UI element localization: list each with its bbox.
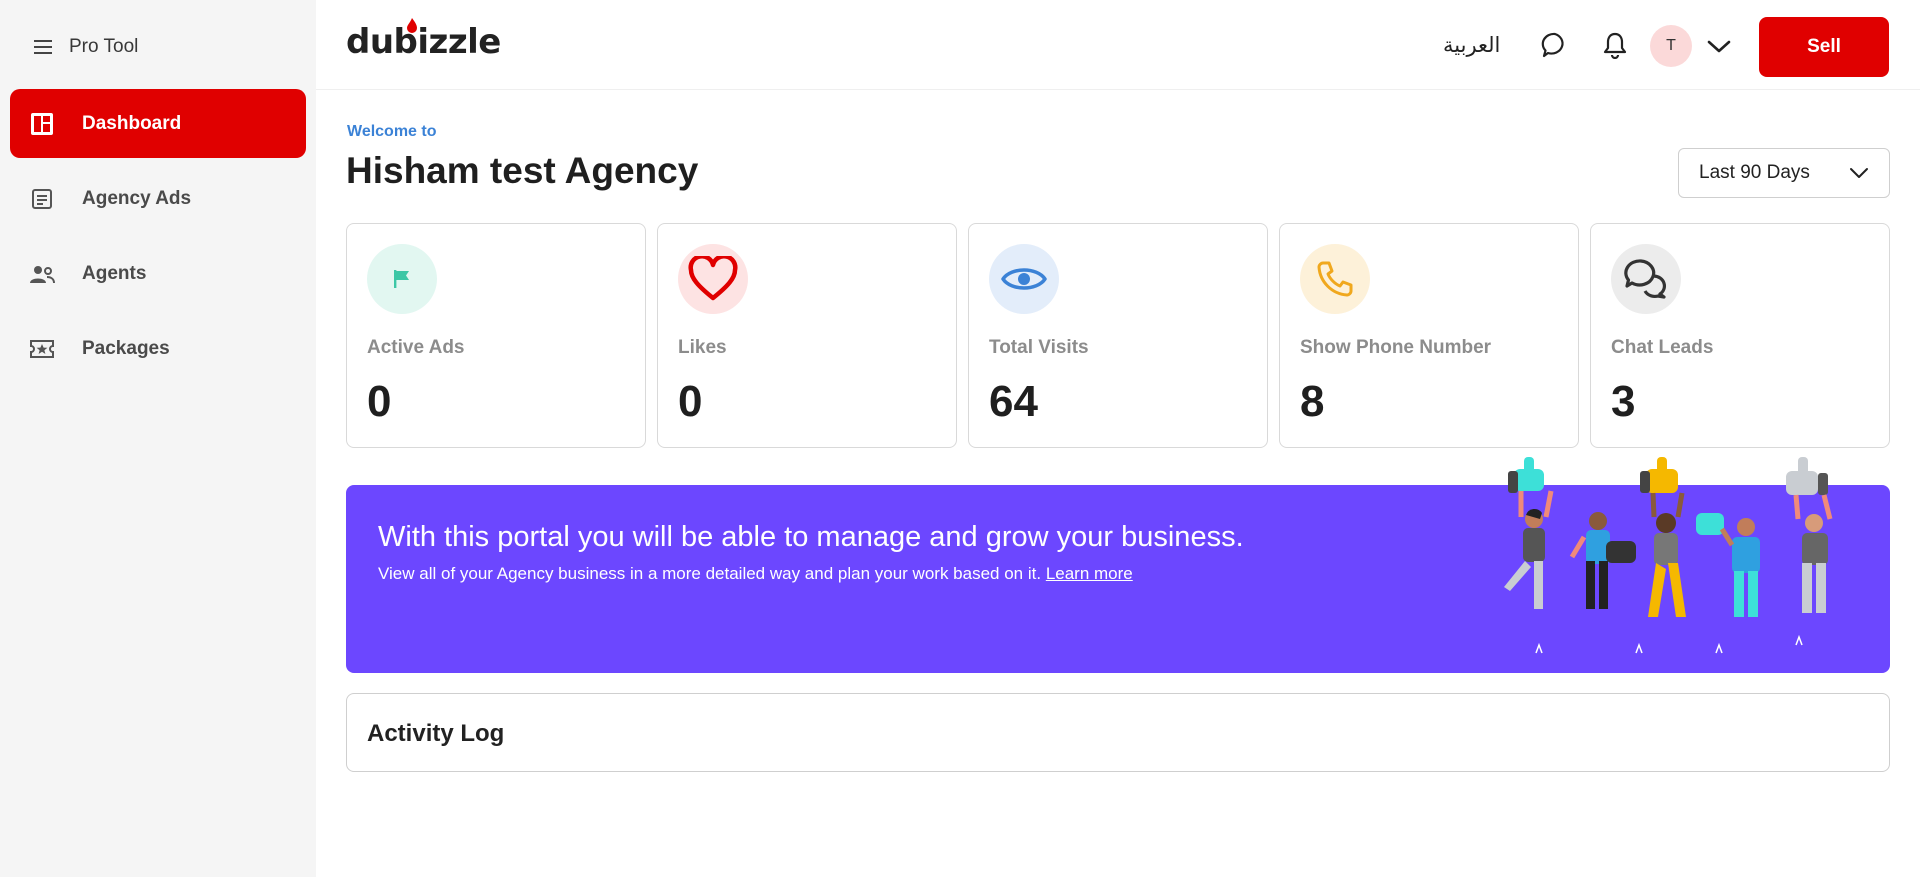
hamburger-menu-icon[interactable] [33, 37, 53, 57]
eye-icon [989, 244, 1059, 314]
sidebar-item-label: Agents [82, 262, 147, 284]
stat-value: 0 [367, 377, 392, 426]
dashboard-icon [29, 111, 55, 137]
promo-banner: With this portal you will be able to man… [346, 457, 1890, 673]
sidebar-item-label: Dashboard [82, 112, 182, 134]
sell-button[interactable]: Sell [1759, 17, 1889, 77]
ticket-star-icon [29, 336, 55, 362]
sidebar-title: Pro Tool [69, 36, 139, 57]
sidebar-item-agency-ads[interactable]: Agency Ads [10, 164, 306, 233]
flag-icon [367, 244, 437, 314]
date-range-select[interactable]: Last 90 Days [1678, 148, 1890, 198]
avatar-initial: T [1666, 37, 1676, 54]
sidebar: Pro Tool Dashboard Agency Ads Agents Pac… [0, 0, 316, 877]
dubizzle-logo[interactable]: dubizzle [346, 18, 501, 62]
sidebar-header[interactable]: Pro Tool [33, 36, 138, 58]
language-switch[interactable]: العربية [1443, 33, 1500, 57]
avatar[interactable]: T [1650, 25, 1692, 67]
stat-card-total-visits[interactable]: Total Visits 64 [968, 223, 1268, 448]
flame-icon [407, 18, 417, 33]
chevron-down-icon[interactable] [1706, 34, 1732, 58]
stat-label: Show Phone Number [1300, 337, 1492, 358]
chevron-down-icon [1850, 168, 1868, 178]
bell-icon[interactable] [1600, 30, 1630, 60]
logo-text: dubizzle [346, 22, 501, 62]
stat-card-active-ads[interactable]: Active Ads 0 [346, 223, 646, 448]
phone-icon [1300, 244, 1370, 314]
top-header: dubizzle العربية T Sell [316, 0, 1920, 90]
document-icon [29, 186, 55, 212]
stat-value: 64 [989, 377, 1038, 426]
stat-label: Chat Leads [1611, 337, 1714, 358]
people-icon [29, 261, 55, 287]
stat-label: Active Ads [367, 337, 465, 358]
welcome-text: Welcome to [347, 123, 437, 140]
activity-log-title: Activity Log [367, 720, 505, 747]
heart-icon [678, 244, 748, 314]
stat-card-show-phone-number[interactable]: Show Phone Number 8 [1279, 223, 1579, 448]
sidebar-item-label: Agency Ads [82, 187, 192, 209]
banner-subline: View all of your Agency business in a mo… [378, 564, 1133, 584]
stat-label: Total Visits [989, 337, 1089, 358]
sidebar-item-dashboard[interactable]: Dashboard [10, 89, 306, 158]
stat-card-likes[interactable]: Likes 0 [657, 223, 957, 448]
stat-value: 8 [1300, 377, 1325, 426]
stat-label: Likes [678, 337, 727, 358]
banner-subline-text: View all of your Agency business in a mo… [378, 564, 1042, 583]
chat-icon[interactable] [1540, 30, 1570, 60]
activity-log-panel[interactable]: Activity Log [346, 693, 1890, 772]
banner-headline: With this portal you will be able to man… [378, 521, 1244, 553]
stat-value: 0 [678, 377, 703, 426]
sidebar-item-agents[interactable]: Agents [10, 239, 306, 308]
learn-more-link[interactable]: Learn more [1046, 564, 1133, 583]
date-range-value: Last 90 Days [1699, 162, 1810, 183]
sidebar-item-label: Packages [82, 337, 170, 359]
page-title: Hisham test Agency [346, 150, 699, 191]
stat-card-chat-leads[interactable]: Chat Leads 3 [1590, 223, 1890, 448]
stat-value: 3 [1611, 377, 1636, 426]
chat-bubbles-icon [1611, 244, 1681, 314]
people-thumbs-up-illustration [1504, 457, 1833, 654]
sidebar-item-packages[interactable]: Packages [10, 314, 306, 383]
